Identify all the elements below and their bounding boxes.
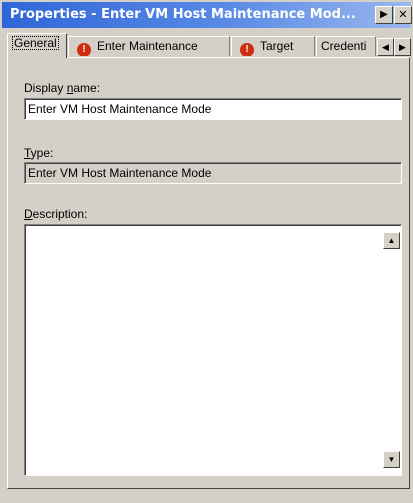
- description-textarea[interactable]: ▲ ▼: [24, 224, 402, 476]
- tab-credentials[interactable]: Credenti: [316, 36, 376, 56]
- scroll-up-button[interactable]: ▲: [383, 232, 400, 249]
- tab-credentials-label: Credenti: [321, 39, 367, 53]
- tab-scroll-arrows: ◀ ▶: [377, 38, 411, 56]
- display-name-input[interactable]: Enter VM Host Maintenance Mode: [24, 98, 402, 120]
- close-button[interactable]: ✕: [394, 6, 412, 24]
- tab-enter-maintenance[interactable]: ! Enter Maintenance: [68, 36, 230, 56]
- type-field: Enter VM Host Maintenance Mode: [24, 162, 402, 184]
- tab-enter-maintenance-label: Enter Maintenance: [97, 39, 198, 53]
- tab-general-label: General: [12, 36, 59, 50]
- tab-scroll-right-button[interactable]: ▶: [394, 38, 411, 56]
- general-tab-page: Display name: Enter VM Host Maintenance …: [7, 57, 410, 489]
- tab-target[interactable]: ! Target: [231, 36, 315, 56]
- title-arrow-button[interactable]: ▶: [375, 6, 393, 24]
- tab-general[interactable]: General: [7, 33, 67, 58]
- display-name-label: Display name:: [24, 81, 101, 95]
- type-label: Type:: [24, 146, 54, 160]
- description-scrollbar[interactable]: ▲ ▼: [383, 226, 400, 474]
- properties-window: Properties - Enter VM Host Maintenance M…: [0, 0, 413, 503]
- scroll-down-button[interactable]: ▼: [383, 451, 400, 468]
- tab-target-label: Target: [260, 39, 294, 53]
- warning-icon: !: [77, 43, 91, 56]
- tab-scroll-left-button[interactable]: ◀: [377, 38, 394, 56]
- tab-strip: General ! Enter Maintenance ! Target Crede…: [0, 32, 413, 58]
- warning-icon: !: [240, 43, 254, 56]
- window-title: Properties - Enter VM Host Maintenance M…: [10, 7, 356, 22]
- title-bar: Properties - Enter VM Host Maintenance M…: [2, 2, 412, 28]
- description-label: Description:: [24, 207, 88, 221]
